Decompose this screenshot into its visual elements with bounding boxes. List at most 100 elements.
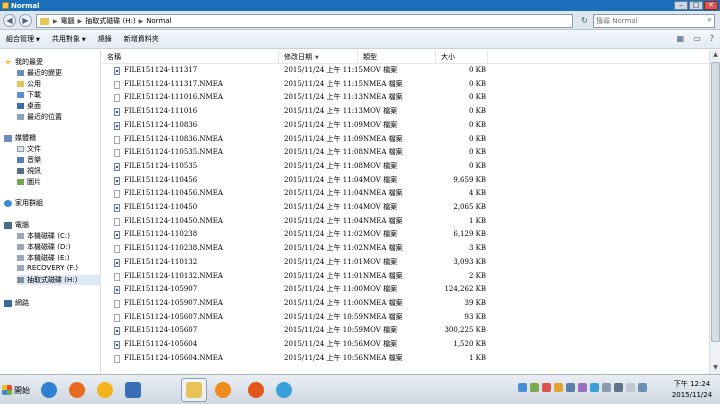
column-header-date[interactable]: 修改日期 ▼	[279, 50, 358, 64]
search-box[interactable]: ⌕	[593, 14, 715, 28]
nav-item-recent-changes[interactable]: 最近的變更	[17, 68, 62, 78]
forward-button[interactable]: ▶	[19, 14, 32, 27]
file-row[interactable]: FILE151124-110238.NMEA 2015/11/24 上午 11:0…	[102, 242, 709, 256]
file-row[interactable]: FILE151124-105907.NMEA 2015/11/24 上午 11:0…	[102, 297, 709, 311]
file-row[interactable]: FILE151124-110132.NMEA 2015/11/24 上午 11:0…	[102, 270, 709, 284]
file-row[interactable]: FILE151124-111317.NMEA 2015/11/24 上午 11:1…	[102, 78, 709, 92]
nav-favorites[interactable]: 我的最愛	[4, 57, 43, 67]
breadcrumb-folder[interactable]: Normal	[144, 17, 173, 25]
nav-network[interactable]: 網路	[4, 298, 29, 308]
file-row[interactable]: FILE151124-110450.NMEA 2015/11/24 上午 11:0…	[102, 215, 709, 229]
file-row[interactable]: FILE151124-110238 2015/11/24 上午 11:02 MOV …	[102, 228, 709, 242]
nav-item-drive-e[interactable]: 本機磁碟 (E:)	[17, 253, 69, 263]
nav-homegroup[interactable]: 家用群組	[4, 198, 43, 208]
taskbar-app-button[interactable]	[271, 378, 297, 402]
vertical-scrollbar[interactable]: ▲ ▼	[709, 50, 720, 374]
preview-pane-icon[interactable]: ▭	[693, 34, 701, 43]
help-icon[interactable]: ?	[710, 34, 714, 43]
chevron-right-icon[interactable]: ▶	[138, 18, 145, 25]
nav-item-recent-places[interactable]: 最近的位置	[17, 112, 62, 122]
tray-app-icon[interactable]	[530, 383, 539, 392]
file-row[interactable]: FILE151124-105907 2015/11/24 上午 11:00 MOV …	[102, 283, 709, 297]
folder-icon	[17, 81, 24, 87]
file-type: NMEA 檔案	[363, 244, 403, 253]
refresh-button[interactable]: ↻	[578, 14, 591, 28]
scroll-up-button[interactable]: ▲	[711, 51, 720, 60]
nav-item-desktop[interactable]: 桌面	[17, 101, 41, 111]
file-row[interactable]: FILE151124-105604 2015/11/24 上午 10:56 MOV …	[102, 338, 709, 352]
share-button[interactable]: 共用對象 ▼	[46, 30, 92, 49]
file-row[interactable]: FILE151124-110535 2015/11/24 上午 11:08 MOV …	[102, 160, 709, 174]
clock[interactable]: 下午 12:24 2015/11/24	[668, 379, 716, 401]
volume-icon[interactable]	[602, 383, 611, 392]
close-button[interactable]: ✕	[704, 1, 718, 10]
address-bar[interactable]: ▶ 電腦 ▶ 抽取式磁碟 (H:) ▶ Normal	[36, 14, 573, 28]
nav-item-downloads[interactable]: 下載	[17, 90, 41, 100]
file-row[interactable]: FILE151124-105607 2015/11/24 上午 10:59 MOV …	[102, 324, 709, 338]
taskbar-app-button[interactable]	[120, 378, 146, 402]
file-row[interactable]: FILE151124-105604.NMEA 2015/11/24 上午 10:5…	[102, 352, 709, 366]
file-row[interactable]: FILE151124-110456.NMEA 2015/11/24 上午 11:0…	[102, 187, 709, 201]
nav-item-public[interactable]: 公用	[17, 79, 41, 89]
file-row[interactable]: FILE151124-110450 2015/11/24 上午 11:04 MOV …	[102, 201, 709, 215]
column-header-type[interactable]: 類型	[358, 50, 436, 64]
tray-app-icon[interactable]	[578, 383, 587, 392]
search-input[interactable]	[596, 17, 696, 25]
tray-app-icon[interactable]	[554, 383, 563, 392]
column-header-name[interactable]: 名稱	[102, 50, 279, 64]
navigation-pane: 我的最愛 最近的變更 公用 下載 桌面 最近的位置 媒體櫃 文件 音樂 視訊 圖…	[0, 50, 101, 374]
new-folder-button[interactable]: 新增資料夾	[118, 30, 165, 49]
maximize-button[interactable]: □	[689, 1, 703, 10]
organize-button[interactable]: 組合管理 ▼	[0, 30, 46, 49]
chevron-right-icon[interactable]: ▶	[77, 18, 84, 25]
back-button[interactable]: ◀	[3, 14, 16, 27]
nav-computer[interactable]: 電腦	[4, 220, 29, 230]
column-header-size[interactable]: 大小	[436, 50, 488, 64]
file-row[interactable]: FILE151124-105607.NMEA 2015/11/24 上午 10:5…	[102, 311, 709, 325]
network-status-icon[interactable]	[518, 383, 527, 392]
nav-item-drive-f[interactable]: RECOVERY (F:)	[17, 264, 78, 272]
wifi-icon[interactable]	[638, 383, 647, 392]
tray-app-icon[interactable]	[566, 383, 575, 392]
file-date: 2015/11/24 上午 11:08	[284, 148, 363, 157]
flag-icon[interactable]	[626, 383, 635, 392]
start-button[interactable]: 開始	[2, 381, 30, 399]
scroll-down-button[interactable]: ▼	[711, 364, 720, 373]
breadcrumb-drive[interactable]: 抽取式磁碟 (H:)	[83, 16, 137, 26]
chevron-right-icon[interactable]: ▶	[52, 18, 59, 25]
file-date: 2015/11/24 上午 11:04	[284, 216, 363, 225]
battery-icon[interactable]	[614, 383, 623, 392]
file-row[interactable]: FILE151124-111016 2015/11/24 上午 11:13 MOV …	[102, 105, 709, 119]
nav-item-drive-h[interactable]: 抽取式磁碟 (H:)	[17, 275, 101, 285]
file-row[interactable]: FILE151124-111016.NMEA 2015/11/24 上午 11:1…	[102, 91, 709, 105]
minimize-button[interactable]: –	[674, 1, 688, 10]
taskbar-app-button[interactable]	[243, 378, 269, 402]
nav-item-videos[interactable]: 視訊	[17, 166, 41, 176]
file-row[interactable]: FILE151124-110132 2015/11/24 上午 11:01 MOV …	[102, 256, 709, 270]
scroll-thumb[interactable]	[711, 62, 720, 342]
taskbar-app-button[interactable]	[64, 378, 90, 402]
nav-item-drive-c[interactable]: 本機磁碟 (C:)	[17, 231, 70, 241]
file-row[interactable]: FILE151124-111317 2015/11/24 上午 11:15 MOV …	[102, 64, 709, 78]
view-options-icon[interactable]: ▦	[677, 34, 685, 43]
burn-button[interactable]: 燒錄	[92, 30, 118, 49]
tray-app-icon[interactable]	[590, 383, 599, 392]
tray-app-icon[interactable]	[542, 383, 551, 392]
file-row[interactable]: FILE151124-110836.NMEA 2015/11/24 上午 11:0…	[102, 133, 709, 147]
nav-item-documents[interactable]: 文件	[17, 144, 41, 154]
taskbar-app-button[interactable]	[181, 378, 207, 402]
breadcrumb-computer[interactable]: 電腦	[59, 16, 77, 26]
nav-item-pictures[interactable]: 圖片	[17, 177, 41, 187]
nav-item-music[interactable]: 音樂	[17, 155, 41, 165]
nav-libraries[interactable]: 媒體櫃	[4, 133, 36, 143]
search-icon[interactable]: ⌕	[708, 15, 712, 25]
nav-item-drive-d[interactable]: 本機磁碟 (D:)	[17, 242, 70, 252]
taskbar-app-button[interactable]	[36, 378, 62, 402]
file-row[interactable]: FILE151124-110456 2015/11/24 上午 11:04 MOV …	[102, 174, 709, 188]
file-row[interactable]: FILE151124-110535.NMEA 2015/11/24 上午 11:0…	[102, 146, 709, 160]
taskbar-app-button[interactable]	[210, 378, 236, 402]
video-file-icon	[114, 258, 120, 267]
column-headers: 名稱 修改日期 ▼ 類型 大小	[102, 50, 709, 64]
file-row[interactable]: FILE151124-110836 2015/11/24 上午 11:09 MOV …	[102, 119, 709, 133]
taskbar-app-button[interactable]	[92, 378, 118, 402]
